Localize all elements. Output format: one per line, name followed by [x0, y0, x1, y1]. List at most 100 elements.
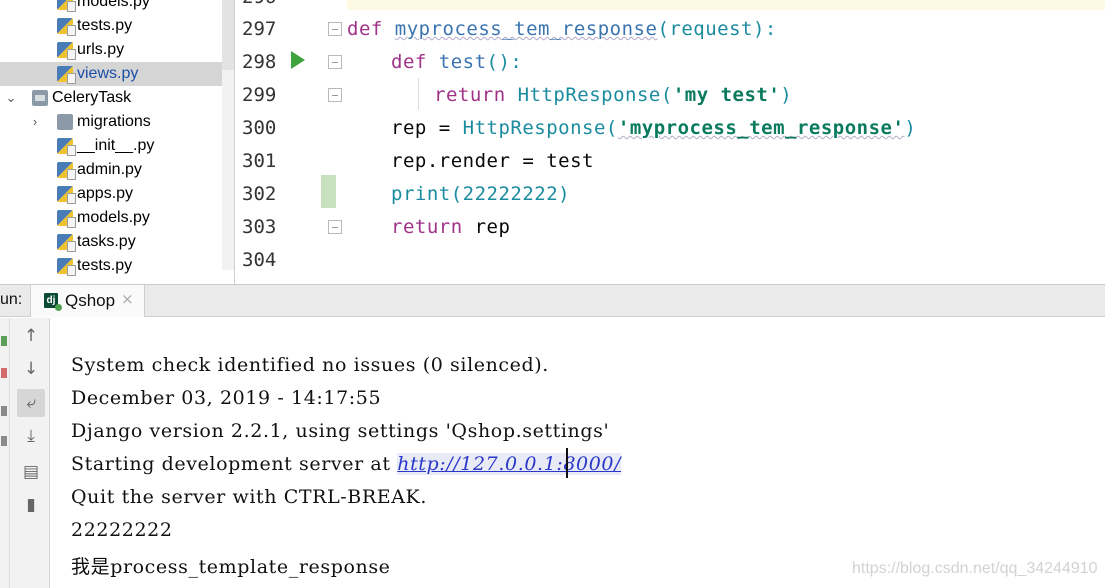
paren: ): — [752, 18, 777, 40]
function-name: test — [438, 51, 487, 73]
line-number: 304 — [242, 249, 277, 271]
run-label: un: — [0, 291, 23, 308]
console-line: 22222222 — [71, 519, 173, 541]
parameter: request — [669, 18, 753, 40]
indent-guide — [418, 78, 419, 110]
python-file-icon — [57, 138, 76, 156]
console-line: 我是process_template_response — [71, 556, 391, 578]
line-number: 298 — [242, 51, 277, 73]
statement: rep.render = test — [391, 150, 594, 172]
console-line: Django version 2.2.1, using settings 'Qs… — [71, 420, 610, 442]
stop-icon[interactable] — [1, 368, 7, 378]
function-name: myprocess_tem_response — [394, 18, 658, 40]
chevron-down-icon[interactable]: ⌄ — [4, 86, 18, 110]
print-icon[interactable]: ▤ — [17, 458, 45, 486]
python-file-icon — [57, 234, 76, 252]
console-toolbar: ↑ ↓ ⤶ ⤓ ▤ ▮ — [10, 318, 50, 588]
fold-marker-icon[interactable] — [328, 88, 342, 102]
soft-wrap-icon[interactable]: ⤶ — [17, 389, 45, 417]
line-number: 297 — [242, 18, 277, 40]
call-name: print — [391, 183, 451, 205]
layout-icon[interactable] — [1, 436, 7, 446]
run-tool-window-header: un: dj Qshop × — [0, 285, 1105, 317]
statement: rep — [462, 216, 511, 238]
scroll-to-end-icon[interactable]: ⤓ — [17, 422, 45, 450]
project-tree: models.py tests.py urls.py views.py ⌄ Ce… — [0, 0, 234, 285]
vcs-change-marker[interactable] — [321, 175, 336, 208]
tree-item-tasks-py[interactable]: tasks.py — [0, 230, 234, 254]
paren: ) — [904, 117, 917, 139]
tree-scrollbar-thumb[interactable] — [222, 0, 234, 70]
console-line: December 03, 2019 - 14:17:55 — [71, 387, 382, 409]
paren: ) — [558, 183, 571, 205]
code-line-303[interactable]: return rep — [391, 216, 510, 238]
keyword-def: def — [347, 18, 383, 40]
code-line-298[interactable]: def test(): — [391, 51, 522, 73]
python-file-icon — [57, 258, 76, 276]
package-folder-icon — [32, 90, 48, 106]
line-number: 303 — [242, 216, 277, 238]
pin-icon[interactable] — [1, 406, 7, 416]
tree-item-views-py[interactable]: views.py — [0, 62, 234, 86]
console-line: Starting development server at http://12… — [71, 453, 622, 475]
chevron-right-icon[interactable]: › — [28, 110, 42, 134]
line-number: 302 — [242, 183, 277, 205]
keyword-return: return — [391, 216, 463, 238]
paren: ( — [450, 183, 463, 205]
tree-item-migrations[interactable]: › migrations — [0, 110, 234, 134]
assignment: rep = — [391, 117, 463, 139]
python-file-icon — [57, 162, 76, 180]
string-literal: 'myprocess_tem_response' — [617, 117, 905, 139]
close-icon[interactable]: × — [121, 290, 134, 308]
fold-marker-icon[interactable] — [328, 220, 342, 234]
number-literal: 22222222 — [462, 183, 559, 205]
code-editor[interactable]: 296 297 298 299 300 301 302 303 304 def … — [234, 0, 1105, 285]
tree-item-init-py[interactable]: __init__.py — [0, 134, 234, 158]
text-cursor — [566, 448, 568, 478]
rerun-icon[interactable] — [1, 336, 7, 346]
trash-icon[interactable]: ▮ — [17, 491, 45, 519]
paren: ( — [660, 84, 673, 106]
scroll-down-icon[interactable]: ↓ — [17, 355, 45, 383]
tree-item-models-py[interactable]: models.py — [0, 0, 234, 14]
fold-marker-icon[interactable] — [328, 55, 342, 69]
python-file-icon — [57, 210, 76, 228]
tree-scrollbar-track[interactable] — [222, 70, 234, 270]
code-line-301[interactable]: rep.render = test — [391, 150, 594, 172]
tree-item-tests-py[interactable]: tests.py — [0, 14, 234, 38]
scroll-up-icon[interactable]: ↑ — [17, 322, 45, 350]
console-line-text: Starting development server at — [71, 453, 398, 475]
run-gutter-icon[interactable] — [291, 51, 305, 69]
run-side-strip — [0, 318, 10, 588]
code-line-299[interactable]: return HttpResponse('my test') — [434, 84, 792, 106]
tree-item-admin-py[interactable]: admin.py — [0, 158, 234, 182]
console-output[interactable]: System check identified no issues (0 sil… — [51, 318, 1105, 588]
python-file-icon — [57, 42, 76, 60]
paren: ( — [657, 18, 670, 40]
python-file-icon — [57, 66, 76, 84]
call-name: HttpResponse — [462, 117, 606, 139]
tree-item-tests-py-2[interactable]: tests.py — [0, 254, 234, 278]
string-literal: 'my test' — [672, 84, 781, 106]
line-number: 296 — [242, 0, 292, 8]
code-line-297[interactable]: def myprocess_tem_response(request): — [347, 18, 777, 40]
python-file-icon — [57, 0, 76, 12]
code-line-300[interactable]: rep = HttpResponse('myprocess_tem_respon… — [391, 117, 916, 139]
run-tab-qshop[interactable]: dj Qshop × — [30, 285, 145, 317]
server-url-link[interactable]: http://127.0.0.1:8000/ — [397, 453, 622, 475]
folder-icon — [57, 114, 73, 130]
paren: ( — [605, 117, 618, 139]
line-number: 300 — [242, 117, 277, 139]
tree-item-celerytask[interactable]: ⌄ CeleryTask — [0, 86, 234, 110]
watermark: https://blog.csdn.net/qq_34244910 — [852, 560, 1098, 577]
call-name: HttpResponse — [517, 84, 661, 106]
tree-item-models-py-2[interactable]: models.py — [0, 206, 234, 230]
tree-item-urls-py[interactable]: urls.py — [0, 38, 234, 62]
python-file-icon — [57, 186, 76, 204]
keyword-def: def — [391, 51, 427, 73]
code-line-302[interactable]: print(22222222) — [391, 183, 570, 205]
editor-gutter: 296 297 298 299 300 301 302 303 304 — [235, 0, 347, 285]
keyword-return: return — [434, 84, 506, 106]
tree-item-apps-py[interactable]: apps.py — [0, 182, 234, 206]
fold-marker-icon[interactable] — [328, 22, 342, 36]
